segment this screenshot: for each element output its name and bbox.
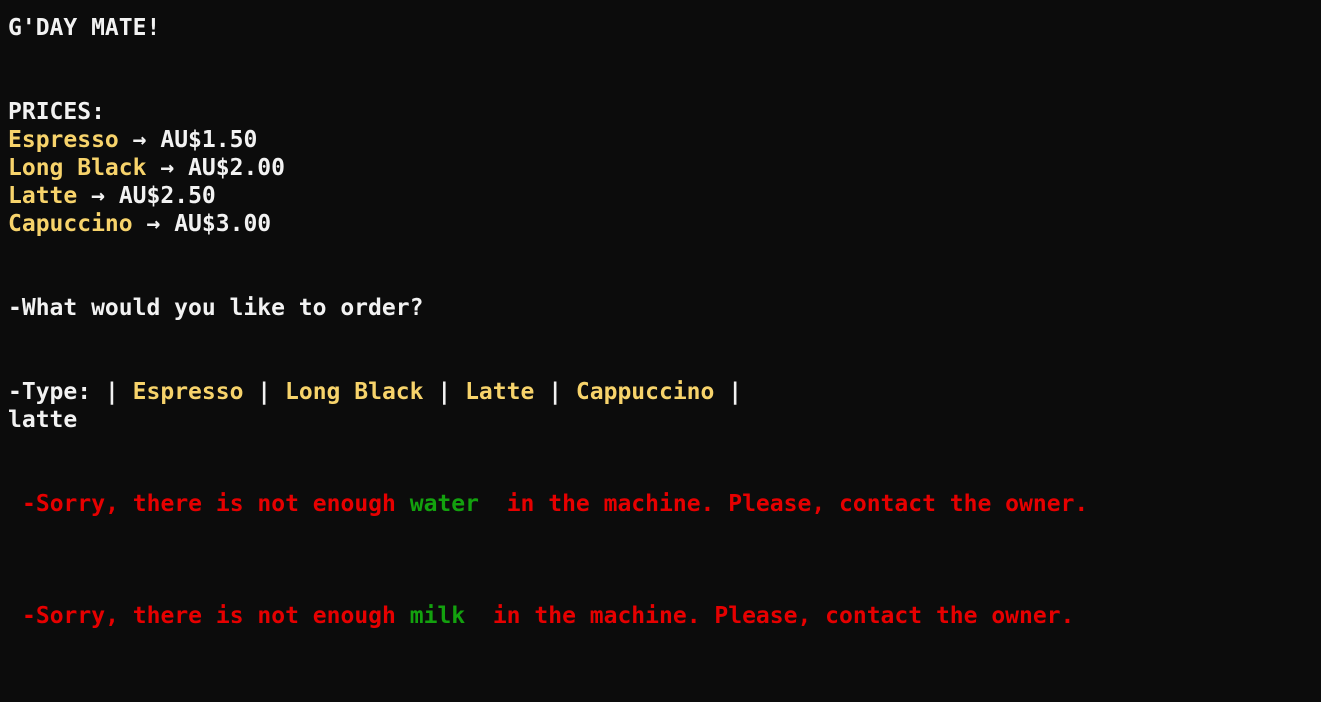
user-input-text: latte <box>8 407 78 433</box>
arrow-icon: → <box>132 127 147 153</box>
price-row-long-black: Long Black → AU$2.00 <box>8 154 285 182</box>
separator: | <box>257 379 272 405</box>
item-name: Capuccino <box>8 211 133 237</box>
error-message-water: -Sorry, there is not enough water in the… <box>22 490 1088 518</box>
separator: | <box>104 379 119 405</box>
item-price: AU$3.00 <box>174 211 272 237</box>
arrow-icon: → <box>160 155 175 181</box>
item-name: Long Black <box>8 155 147 181</box>
type-prefix: -Type: <box>8 379 105 405</box>
price-row-espresso: Espresso → AU$1.50 <box>8 126 257 154</box>
user-input-line[interactable]: latte <box>8 406 77 434</box>
item-price: AU$1.50 <box>160 127 258 153</box>
error-message-milk: -Sorry, there is not enough milk in the … <box>22 602 1074 630</box>
separator: | <box>728 379 743 405</box>
error-resource: milk <box>409 603 466 629</box>
prices-heading: PRICES: <box>8 98 105 126</box>
greeting-text: G'DAY MATE! <box>8 15 161 41</box>
arrow-icon: → <box>146 211 161 237</box>
type-prompt: -Type: | Espresso | Long Black | Latte |… <box>8 378 742 406</box>
price-row-latte: Latte → AU$2.50 <box>8 182 216 210</box>
greeting-line: G'DAY MATE! <box>8 14 160 42</box>
error-resource: water <box>409 491 479 517</box>
prices-heading-text: PRICES: <box>8 99 105 125</box>
error-prefix: -Sorry, there is not enough <box>22 603 396 629</box>
error-prefix: -Sorry, there is not enough <box>22 491 396 517</box>
item-name: Espresso <box>8 127 119 153</box>
item-price: AU$2.50 <box>118 183 216 209</box>
error-suffix: in the machine. Please, contact the owne… <box>506 491 1089 517</box>
option-long-black: Long Black <box>285 379 424 405</box>
option-espresso: Espresso <box>132 379 244 405</box>
error-suffix: in the machine. Please, contact the owne… <box>492 603 1075 629</box>
item-name: Latte <box>8 183 78 209</box>
separator: | <box>437 379 452 405</box>
arrow-icon: → <box>91 183 105 209</box>
order-question-text: -What would you like to order? <box>8 295 424 321</box>
option-cappuccino: Cappuccino <box>575 379 715 405</box>
option-latte: Latte <box>465 379 535 405</box>
order-question: -What would you like to order? <box>8 294 423 322</box>
terminal-window: G'DAY MATE! PRICES: Espresso → AU$1.50 L… <box>0 0 1321 702</box>
price-row-capuccino: Capuccino → AU$3.00 <box>8 210 271 238</box>
item-price: AU$2.00 <box>188 155 285 181</box>
separator: | <box>548 379 563 405</box>
